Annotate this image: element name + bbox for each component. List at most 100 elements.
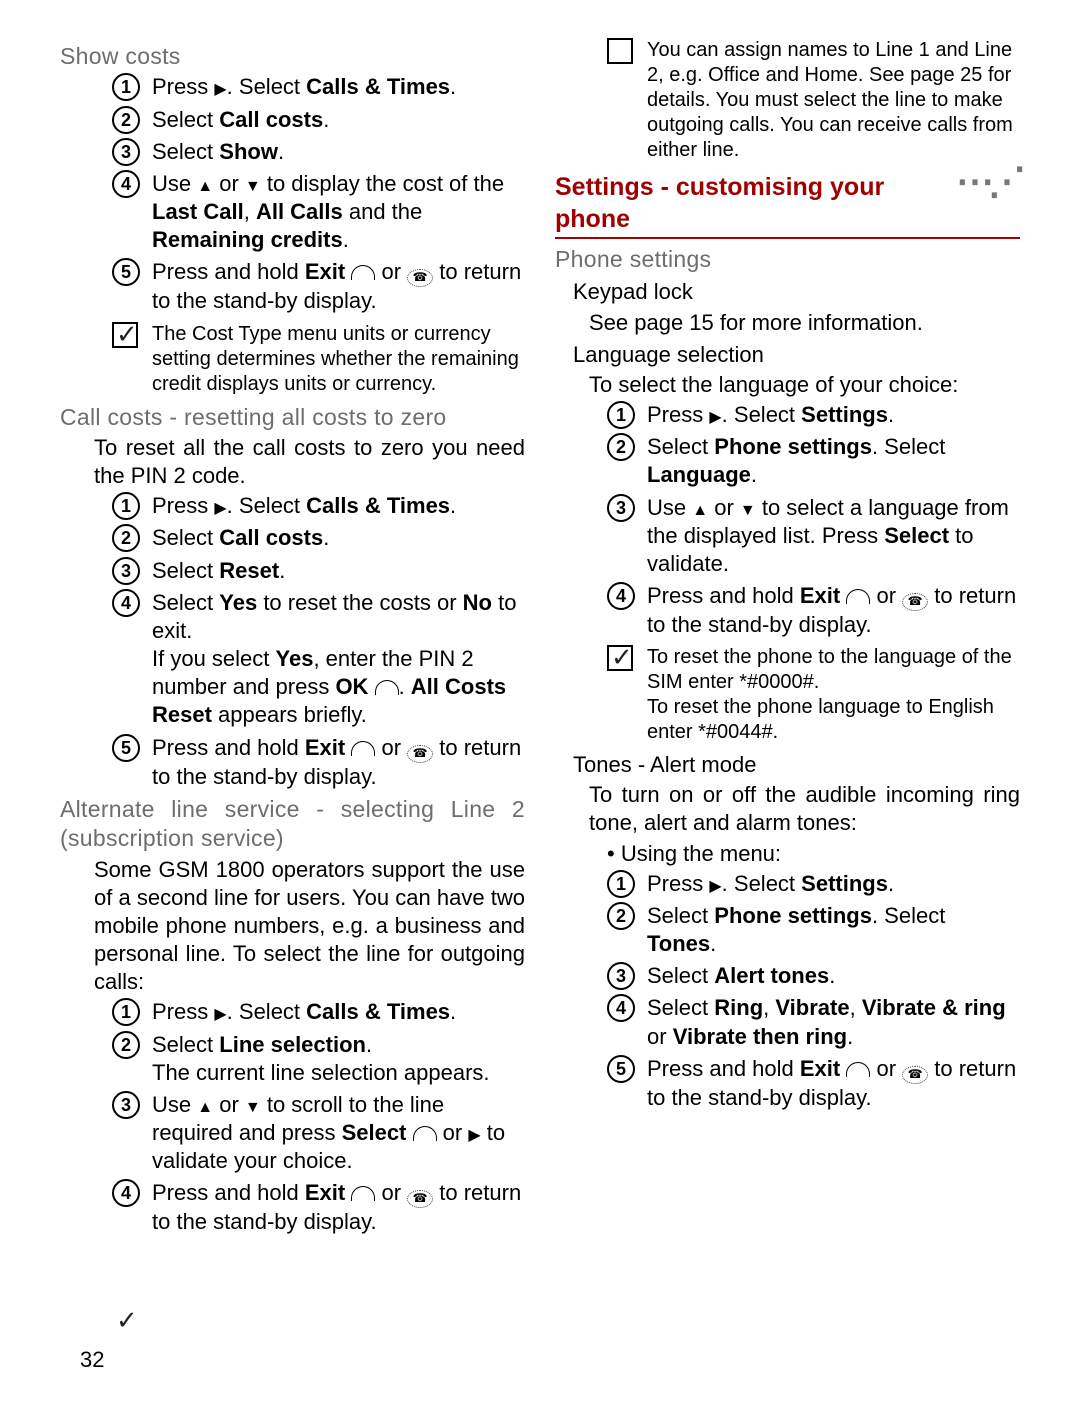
note-language-reset: To reset the phone to the language of th… bbox=[607, 645, 1020, 745]
page-number: 32 bbox=[80, 1346, 104, 1374]
step-text: Select Phone settings. Select Language. bbox=[647, 434, 945, 487]
step: 2 Select Call costs. bbox=[112, 106, 525, 134]
step-number-icon: 4 bbox=[112, 170, 140, 198]
step-text: Use ▲ or ▼ to display the cost of the La… bbox=[152, 171, 504, 252]
step-number-icon: 1 bbox=[112, 492, 140, 520]
step-number-icon: 4 bbox=[112, 589, 140, 617]
steps-language: 1Press ▶. Select Settings. 2 Select Phone … bbox=[607, 401, 1020, 639]
step: 1Press ▶. Select Settings. bbox=[607, 401, 1020, 429]
step: 2Select Line selection.The current line … bbox=[112, 1031, 525, 1087]
step-number-icon: 3 bbox=[112, 138, 140, 166]
heading-tones: Tones - Alert mode bbox=[573, 751, 1020, 779]
intro-reset-costs: To reset all the call costs to zero you … bbox=[94, 434, 525, 490]
check-icon bbox=[607, 38, 633, 64]
check-icon bbox=[112, 322, 138, 348]
step: 2 Select Phone settings. Select Language. bbox=[607, 433, 1020, 489]
heading-reset-costs: Call costs - resetting all costs to zero bbox=[60, 403, 525, 432]
steps-alt-line-cont: 4Press and hold Exit or ☎ to return to t… bbox=[112, 1179, 525, 1236]
step: 4Press and hold Exit or ☎ to return to t… bbox=[112, 1179, 525, 1236]
right-arrow-icon: ▶ bbox=[709, 408, 721, 428]
right-arrow-icon: ▶ bbox=[214, 1005, 226, 1025]
right-arrow-icon: ▶ bbox=[468, 1126, 480, 1146]
up-arrow-icon: ▲ bbox=[197, 177, 213, 197]
step-number-icon: 4 bbox=[607, 582, 635, 610]
step-text: Select Line selection.The current line s… bbox=[152, 1032, 490, 1085]
step-number-icon: 2 bbox=[607, 433, 635, 461]
intro-tones: To turn on or off the audible incoming r… bbox=[589, 781, 1020, 837]
step-text: Select Call costs. bbox=[152, 525, 329, 550]
step-text: Press and hold Exit or ☎ to return to th… bbox=[647, 1056, 1016, 1110]
step-text: Use ▲ or ▼ to select a language from the… bbox=[647, 495, 1009, 576]
end-key-icon: ☎ bbox=[902, 593, 928, 611]
heading-keypad-lock: Keypad lock bbox=[573, 278, 1020, 306]
softkey-icon bbox=[846, 589, 870, 604]
heading-language: Language selection bbox=[573, 341, 1020, 369]
step: 1 Press ▶. Select Calls & Times. bbox=[112, 998, 525, 1026]
step-text: Press and hold Exit or ☎ to return to th… bbox=[152, 735, 521, 789]
step-text: Select Phone settings. Select Tones. bbox=[647, 903, 945, 956]
step-text: Use ▲ or ▼ to scroll to the line require… bbox=[152, 1092, 505, 1173]
step-text: Press ▶. Select Calls & Times. bbox=[152, 493, 456, 518]
note-line-names: You can assign names to Line 1 and Line … bbox=[607, 38, 1020, 163]
step-number-icon: 2 bbox=[112, 106, 140, 134]
steps-alt-line: 1 Press ▶. Select Calls & Times. 2Select L… bbox=[112, 998, 525, 1175]
end-key-icon: ☎ bbox=[407, 269, 433, 287]
step: 5 Press and hold Exit or ☎ to return to t… bbox=[607, 1055, 1020, 1112]
step: 2 Select Phone settings. Select Tones. bbox=[607, 902, 1020, 958]
softkey-icon bbox=[413, 1126, 437, 1141]
step: 3 Select Alert tones. bbox=[607, 962, 1020, 990]
up-arrow-icon: ▲ bbox=[692, 501, 708, 521]
down-arrow-icon: ▼ bbox=[245, 1098, 261, 1118]
step: 1Press ▶. Select Settings. bbox=[607, 870, 1020, 898]
step-number-icon: 1 bbox=[112, 998, 140, 1026]
right-arrow-icon: ▶ bbox=[709, 877, 721, 897]
heading-phone-settings: Phone settings bbox=[555, 245, 1020, 274]
step: 5 Press and hold Exit or ☎ to return to t… bbox=[112, 734, 525, 791]
step-number-icon: 5 bbox=[607, 1055, 635, 1083]
softkey-icon bbox=[351, 1186, 375, 1201]
up-arrow-icon: ▲ bbox=[197, 1098, 213, 1118]
settings-decoration-icon: ⋯⋰ bbox=[948, 171, 1020, 194]
heading-show-costs: Show costs bbox=[60, 42, 525, 71]
step: 3 Select Reset. bbox=[112, 557, 525, 585]
end-key-icon: ☎ bbox=[407, 745, 433, 763]
step-number-icon: 4 bbox=[112, 1179, 140, 1207]
steps-tones: 1Press ▶. Select Settings. 2 Select Phone … bbox=[607, 870, 1020, 1112]
step-text: Select Call costs. bbox=[152, 107, 329, 132]
step-text: Press ▶. Select Settings. bbox=[647, 871, 894, 896]
heading-settings: ⋯⋰ Settings - customising your phone bbox=[555, 171, 1020, 239]
step: 4 Press and hold Exit or ☎ to return to t… bbox=[607, 582, 1020, 639]
step: 1 Press ▶. Select Calls & Times. bbox=[112, 492, 525, 520]
step-text: Select Reset. bbox=[152, 558, 285, 583]
step-number-icon: 2 bbox=[607, 902, 635, 930]
step-text: Press ▶. Select Calls & Times. bbox=[152, 74, 456, 99]
step: 5Press and hold Exit or ☎ to return to t… bbox=[112, 258, 525, 315]
down-arrow-icon: ▼ bbox=[740, 501, 756, 521]
step: 4 Use ▲ or ▼ to display the cost of the L… bbox=[112, 170, 525, 254]
steps-show-costs: 1 Press ▶. Select Calls & Times. 2 Select C… bbox=[112, 73, 525, 315]
bullet-using-menu: • Using the menu: bbox=[607, 840, 1020, 868]
step: 1 Press ▶. Select Calls & Times. bbox=[112, 73, 525, 101]
step-text: Press ▶. Select Calls & Times. bbox=[152, 999, 456, 1024]
step-text: Select Alert tones. bbox=[647, 963, 835, 988]
step-number-icon: 1 bbox=[607, 401, 635, 429]
softkey-icon bbox=[846, 1062, 870, 1077]
step: 3Use ▲ or ▼ to scroll to the line requir… bbox=[112, 1091, 525, 1175]
heading-alt-line: Alternate line service - selecting Line … bbox=[60, 795, 525, 854]
step-number-icon: 2 bbox=[112, 524, 140, 552]
step-number-icon: 3 bbox=[607, 962, 635, 990]
end-key-icon: ☎ bbox=[407, 1190, 433, 1208]
step-text: Press and hold Exit or ☎ to return to th… bbox=[647, 583, 1016, 637]
step: 3 Use ▲ or ▼ to select a language from th… bbox=[607, 494, 1020, 578]
step-number-icon: 4 bbox=[607, 994, 635, 1022]
step-number-icon: 5 bbox=[112, 734, 140, 762]
step: 4Select Yes to reset the costs or No to … bbox=[112, 589, 525, 730]
down-arrow-icon: ▼ bbox=[245, 177, 261, 197]
step: 2 Select Call costs. bbox=[112, 524, 525, 552]
step-number-icon: 1 bbox=[112, 73, 140, 101]
intro-language: To select the language of your choice: bbox=[589, 371, 1020, 399]
step-number-icon: 3 bbox=[112, 557, 140, 585]
softkey-icon bbox=[351, 741, 375, 756]
step-number-icon: 3 bbox=[607, 494, 635, 522]
note-cost-type: The Cost Type menu units or currency set… bbox=[112, 322, 525, 397]
